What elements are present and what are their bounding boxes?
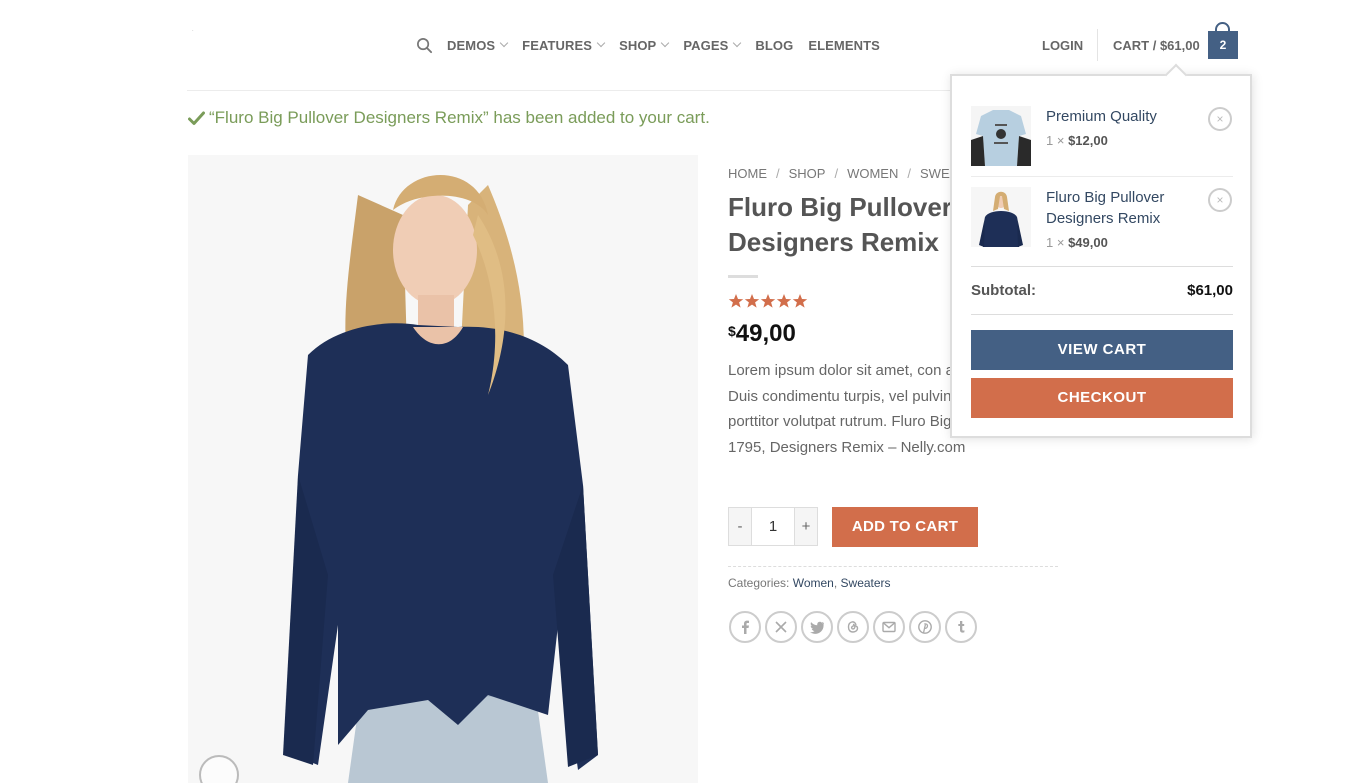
quantity-plus-button[interactable]: + <box>795 508 817 545</box>
twitter-icon[interactable] <box>801 611 833 643</box>
item-divider <box>971 176 1233 177</box>
chevron-down-icon <box>733 38 742 48</box>
product-meta-divider <box>728 566 1058 567</box>
checkmark-icon <box>188 111 205 125</box>
breadcrumb-separator: / <box>776 166 780 181</box>
login-link[interactable]: LOGIN <box>1042 38 1083 53</box>
product-categories: Categories: Women, Sweaters <box>728 576 891 590</box>
tumblr-icon[interactable] <box>945 611 977 643</box>
notice-text: “Fluro Big Pullover Designers Remix” has… <box>209 108 710 127</box>
view-cart-button[interactable]: VIEW CART <box>971 330 1233 370</box>
share-icons <box>729 611 981 643</box>
subtotal-divider-top <box>971 266 1233 267</box>
star-icon <box>760 294 776 308</box>
subtotal-label: Subtotal: <box>971 282 1036 299</box>
star-icon <box>776 294 792 308</box>
product-title: Fluro Big Pullover Designers Remix <box>728 192 952 257</box>
nav-item-blog[interactable]: BLOG <box>755 38 793 53</box>
main-nav: DEMOS FEATURES SHOP PAGES BLOG ELEMENTS <box>416 35 895 55</box>
price-currency: $ <box>728 323 736 339</box>
pullover-thumbnail-image <box>971 187 1031 247</box>
email-icon[interactable] <box>873 611 905 643</box>
star-icon <box>728 294 744 308</box>
mini-cart-item: Fluro Big Pullover Designers Remix 1 × $… <box>971 187 1233 250</box>
pinterest-icon[interactable] <box>909 611 941 643</box>
product-price: $49,00 <box>728 320 796 348</box>
breadcrumb-home[interactable]: HOME <box>728 166 767 181</box>
remove-item-icon[interactable]: × <box>1208 107 1232 131</box>
categories-label: Categories: <box>728 576 790 590</box>
cart-item-quantity: 1 × $12,00 <box>1046 133 1108 148</box>
cart-link[interactable]: CART / $61,00 <box>1113 38 1200 53</box>
cart-item-name[interactable]: Premium Quality <box>1046 106 1186 127</box>
category-link-sweaters[interactable]: Sweaters <box>841 576 891 590</box>
tshirt-thumbnail-image <box>971 106 1031 166</box>
breadcrumb-separator: / <box>907 166 911 181</box>
star-icon <box>744 294 760 308</box>
breadcrumb-shop[interactable]: SHOP <box>789 166 826 181</box>
subtotal-divider-bottom <box>971 314 1233 315</box>
checkout-button[interactable]: CHECKOUT <box>971 378 1233 418</box>
quantity-input[interactable]: 1 <box>751 508 795 545</box>
subtotal-value: $61,00 <box>1187 282 1233 299</box>
chevron-down-icon <box>661 38 670 48</box>
site-logo[interactable]: · <box>192 28 194 34</box>
title-divider <box>728 275 758 278</box>
search-icon[interactable] <box>416 36 434 54</box>
nav-item-demos[interactable]: DEMOS <box>447 38 509 53</box>
nav-item-features[interactable]: FEATURES <box>522 38 606 53</box>
quantity-stepper: - 1 + <box>728 507 818 546</box>
breadcrumb: HOME / SHOP / WOMEN / SWEA <box>728 166 958 181</box>
nav-item-pages[interactable]: PAGES <box>683 38 742 53</box>
nav-item-elements[interactable]: ELEMENTS <box>808 38 880 53</box>
nav-item-shop[interactable]: SHOP <box>619 38 670 53</box>
quantity-minus-button[interactable]: - <box>729 508 751 545</box>
remove-item-icon[interactable]: × <box>1208 188 1232 212</box>
breadcrumb-separator: / <box>834 166 839 181</box>
threads-icon[interactable] <box>837 611 869 643</box>
added-to-cart-notice: “Fluro Big Pullover Designers Remix” has… <box>188 108 710 128</box>
cart-item-name[interactable]: Fluro Big Pullover Designers Remix <box>1046 187 1186 229</box>
chevron-down-icon <box>499 38 509 48</box>
cart-item-thumbnail[interactable] <box>971 106 1031 166</box>
price-amount: 49,00 <box>735 320 796 347</box>
mini-cart-dropdown: Premium Quality 1 × $12,00 × Fluro Big P… <box>950 63 1252 438</box>
product-main-image[interactable] <box>188 155 698 783</box>
cart-item-quantity: 1 × $49,00 <box>1046 235 1108 250</box>
mini-cart-item: Premium Quality 1 × $12,00 × <box>971 106 1233 168</box>
header-divider <box>1097 29 1098 61</box>
cart-item-thumbnail[interactable] <box>971 187 1031 247</box>
mini-cart-subtotal: Subtotal: $61,00 <box>971 282 1233 299</box>
facebook-icon[interactable] <box>729 611 761 643</box>
cart-count-badge[interactable]: 2 <box>1208 31 1238 59</box>
x-icon[interactable] <box>765 611 797 643</box>
star-rating[interactable] <box>728 293 808 309</box>
chevron-down-icon <box>596 38 606 48</box>
product-photo <box>188 155 698 783</box>
add-to-cart-button[interactable]: ADD TO CART <box>832 507 978 547</box>
category-link-women[interactable]: Women <box>793 576 834 590</box>
breadcrumb-women[interactable]: WOMEN <box>847 166 898 181</box>
star-icon <box>792 294 808 308</box>
